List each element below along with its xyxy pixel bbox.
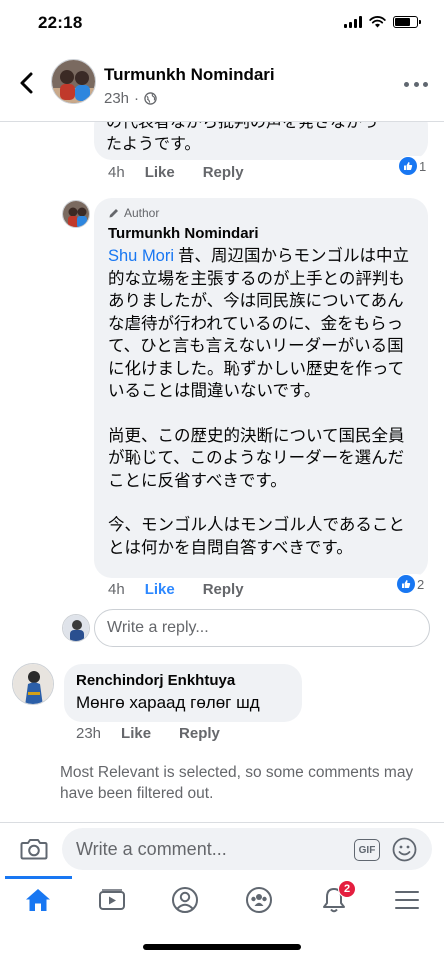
home-indicator bbox=[143, 944, 301, 950]
like-button[interactable]: Like bbox=[121, 725, 151, 742]
comment-time: 4h bbox=[108, 164, 125, 181]
header-meta: 23h · bbox=[104, 90, 157, 107]
comment-bubble: の代表者ながら批判の声を発さなかっ たようです。 bbox=[94, 122, 428, 160]
filter-notice: Most Relevant is selected, so some comme… bbox=[60, 764, 414, 802]
active-tab-indicator bbox=[5, 876, 72, 879]
profile-icon[interactable] bbox=[169, 884, 201, 916]
pencil-icon bbox=[109, 209, 118, 218]
mention-link[interactable]: Shu Mori bbox=[108, 247, 174, 265]
comment-time: 23h bbox=[76, 725, 102, 742]
status-icons bbox=[344, 16, 421, 28]
post-header: Turmunkh Nomindari 23h · bbox=[0, 48, 444, 122]
avatar[interactable] bbox=[62, 200, 90, 228]
watch-video-icon[interactable] bbox=[96, 884, 128, 916]
author-badge: Author bbox=[108, 206, 414, 220]
like-button[interactable]: Like bbox=[145, 581, 175, 598]
more-options-icon[interactable] bbox=[404, 72, 428, 96]
home-icon[interactable] bbox=[22, 884, 54, 916]
avatar bbox=[62, 614, 90, 642]
status-bar: 22:18 bbox=[0, 0, 444, 48]
comment-bubble: Author Turmunkh Nomindari Shu Mori 昔、周辺国か… bbox=[94, 198, 428, 578]
avatar[interactable] bbox=[51, 59, 96, 104]
comment-composer: Write a comment... GIF bbox=[0, 822, 444, 876]
reply-button[interactable]: Reply bbox=[203, 581, 244, 598]
comment-bubble: Renchindorj Enkhtuya Мөнгө хараад гөлөг … bbox=[64, 664, 302, 722]
comment-author-name[interactable]: Renchindorj Enkhtuya bbox=[76, 672, 290, 689]
like-reaction-icon bbox=[397, 575, 415, 593]
comment-text: Shu Mori 昔、周辺国からモンゴルは中立的な立場を主張するのが上手との評判も… bbox=[108, 247, 410, 557]
like-button[interactable]: Like bbox=[145, 164, 175, 181]
gif-icon[interactable]: GIF bbox=[354, 839, 380, 861]
header-author-name[interactable]: Turmunkh Nomindari bbox=[104, 65, 275, 85]
post-time: 23h bbox=[104, 90, 130, 107]
comment-actions: 4h Like Reply bbox=[108, 581, 244, 598]
avatar[interactable] bbox=[12, 663, 54, 705]
reply-input[interactable]: Write a reply... bbox=[94, 609, 430, 647]
status-time: 22:18 bbox=[38, 13, 83, 32]
comment-text: Мөнгө хараад гөлөг шд bbox=[76, 693, 260, 712]
globe-icon bbox=[144, 92, 157, 105]
reaction-count[interactable]: 2 bbox=[396, 574, 428, 594]
groups-icon[interactable] bbox=[243, 884, 275, 916]
reply-button[interactable]: Reply bbox=[203, 164, 244, 181]
reaction-count[interactable]: 1 bbox=[398, 156, 430, 176]
bottom-navigation: 2 bbox=[0, 876, 444, 924]
notification-badge: 2 bbox=[338, 880, 356, 898]
comment-actions: 23h Like Reply bbox=[76, 725, 220, 742]
cellular-signal-icon bbox=[344, 16, 362, 28]
comment-author-name[interactable]: Turmunkh Nomindari bbox=[108, 225, 414, 242]
menu-hamburger-icon[interactable] bbox=[391, 884, 423, 916]
reply-button[interactable]: Reply bbox=[179, 725, 220, 742]
comment-text: の代表者ながら批判の声を発さなかっ たようです。 bbox=[106, 122, 379, 153]
wifi-icon bbox=[369, 16, 386, 28]
comments-list: の代表者ながら批判の声を発さなかっ たようです。 1 4h Like Reply… bbox=[0, 122, 444, 822]
emoji-icon[interactable] bbox=[392, 837, 417, 862]
battery-icon bbox=[393, 16, 421, 28]
notifications-bell-icon[interactable]: 2 bbox=[318, 880, 356, 916]
dot-separator: · bbox=[134, 90, 140, 107]
like-reaction-icon bbox=[399, 157, 417, 175]
camera-icon[interactable] bbox=[20, 837, 48, 861]
comment-time: 4h bbox=[108, 581, 125, 598]
comment-actions: 4h Like Reply bbox=[108, 164, 244, 181]
back-arrow-icon[interactable] bbox=[14, 68, 38, 98]
